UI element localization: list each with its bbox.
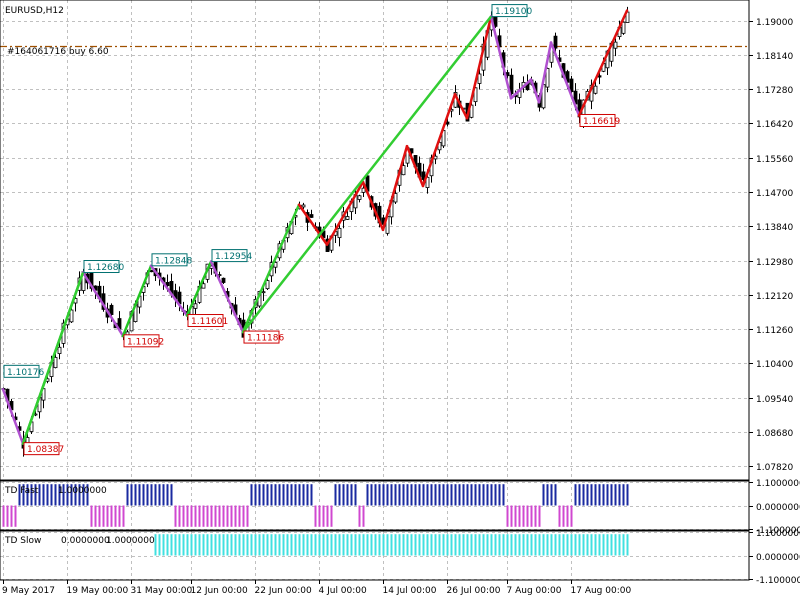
candle-body (401, 165, 406, 176)
swing-label-text: 1.12954 (215, 252, 252, 262)
sub-tick-label: 0.0000000 (756, 553, 800, 563)
swing-low-label: 1.11601 (187, 314, 228, 328)
main-panel: 1.10176 1.08387 1.12680 1.11092 1.12848 1.116… (0, 0, 793, 481)
time-tick-label: 17 Aug 00:00 (571, 586, 632, 596)
order-label: #164061716 buy 6.60 (7, 47, 109, 57)
td-fast-title: TD Fast (4, 486, 39, 496)
swing-label-text: 1.16619 (583, 117, 620, 127)
time-tick-label: 9 May 2017 (2, 586, 55, 596)
td-slow-value-1: 0.0000000 (61, 536, 110, 546)
td-slow-panel: TD Slow 0.0000000 1.0000000 1.1000000 0.0… (0, 529, 800, 586)
candle-body (393, 193, 398, 203)
candle-body (109, 304, 114, 315)
price-tick-label: 1.12120 (756, 292, 793, 302)
time-tick-label: 19 May 00:00 (67, 586, 129, 596)
swing-label-text: 1.11092 (127, 337, 164, 347)
swing-high-label: 1.19100 (491, 4, 532, 18)
time-tick-label: 4 Jul 00:00 (319, 586, 368, 596)
swing-high-label: 1.12954 (211, 249, 252, 263)
sub-tick-label: 1.1000000 (756, 479, 800, 489)
price-tick-label: 1.13840 (756, 223, 793, 233)
candle-body (337, 227, 342, 239)
time-axis: 9 May 2017 19 May 00:00 31 May 00:0012 Jun… (2, 580, 631, 596)
price-tick-label: 1.15560 (756, 155, 793, 165)
swing-high-label: 1.12680 (83, 260, 124, 274)
price-tick-label: 1.17280 (756, 86, 793, 96)
price-tick-label: 1.09540 (756, 395, 793, 405)
candle-body (261, 291, 266, 294)
price-tick-label: 1.16420 (756, 120, 793, 130)
main-price-axis: 1.19000 1.18140 1.17280 1.16420 1.15560 1.147… (749, 18, 793, 473)
sub-tick-label: 1.1000000 (756, 529, 800, 539)
swing-label-text: 1.11186 (247, 334, 284, 344)
swing-label-text: 1.19100 (495, 7, 532, 17)
candle-body (621, 21, 626, 34)
symbol-timeframe-label: EURUSD,H12 (5, 6, 64, 16)
price-tick-label: 1.11260 (756, 326, 793, 336)
swing-high-label: 1.12848 (151, 253, 192, 267)
chart-canvas: 1.10176 1.08387 1.12680 1.11092 1.12848 1.116… (0, 0, 800, 596)
price-tick-label: 1.18140 (756, 52, 793, 62)
swing-label-text: 1.10176 (7, 368, 44, 378)
td-fast-axis: 1.10000000.0000000-1.1000000 (749, 479, 800, 536)
time-tick-label: 26 Jul 00:00 (447, 586, 501, 596)
candle-body (53, 357, 58, 369)
swing-low-label: 1.16619 (579, 113, 620, 127)
td-slow-axis: 1.1000000 0.0000000 -1.1000000 (749, 529, 800, 586)
td-fast-value: 1.0000000 (58, 486, 107, 496)
candle-body (201, 283, 206, 289)
time-tick-label: 7 Aug 00:00 (507, 586, 562, 596)
price-tick-label: 1.14700 (756, 189, 793, 199)
sub-tick-label: -1.1000000 (756, 576, 800, 586)
sub-tick-label: 0.0000000 (756, 503, 800, 513)
swing-low-label: 1.11092 (123, 334, 164, 348)
candle-body (345, 216, 350, 220)
candle-body (477, 73, 482, 84)
candle-body (613, 41, 618, 49)
swing-label-text: 1.12848 (155, 256, 192, 266)
price-tick-label: 1.19000 (756, 18, 793, 28)
candle-body (309, 214, 314, 218)
td-fast-panel: TD Fast 1.0000000 1.10000000.0000000-1.1… (0, 479, 800, 536)
price-tick-label: 1.10400 (756, 360, 793, 370)
price-tick-label: 1.12980 (756, 258, 793, 268)
swing-label-text: 1.08387 (27, 445, 64, 455)
time-tick-label: 31 May 00:00 (131, 586, 193, 596)
candle-body (57, 346, 62, 354)
td-slow-value-2: 1.0000000 (106, 536, 155, 546)
price-tick-label: 1.08680 (756, 429, 793, 439)
candle-body (221, 277, 226, 283)
candle-body (149, 270, 154, 273)
candle-body (357, 195, 362, 200)
td-slow-title: TD Slow (4, 536, 41, 546)
candle-body (593, 85, 598, 94)
time-tick-label: 14 Jul 00:00 (383, 586, 437, 596)
swing-label-text: 1.12680 (87, 263, 124, 273)
time-tick-label: 22 Jun 00:00 (255, 586, 312, 596)
time-tick-label: 12 Jun 00:00 (191, 586, 248, 596)
swing-label-text: 1.11601 (191, 317, 228, 327)
main-plot-background (0, 0, 749, 480)
swing-high-label: 1.10176 (3, 364, 44, 378)
candle-body (301, 204, 306, 208)
price-tick-label: 1.07820 (756, 463, 793, 473)
swing-low-label: 1.08387 (23, 442, 64, 456)
swing-low-label: 1.11186 (243, 330, 284, 344)
candle-body (193, 303, 198, 309)
candle-body (553, 35, 558, 49)
